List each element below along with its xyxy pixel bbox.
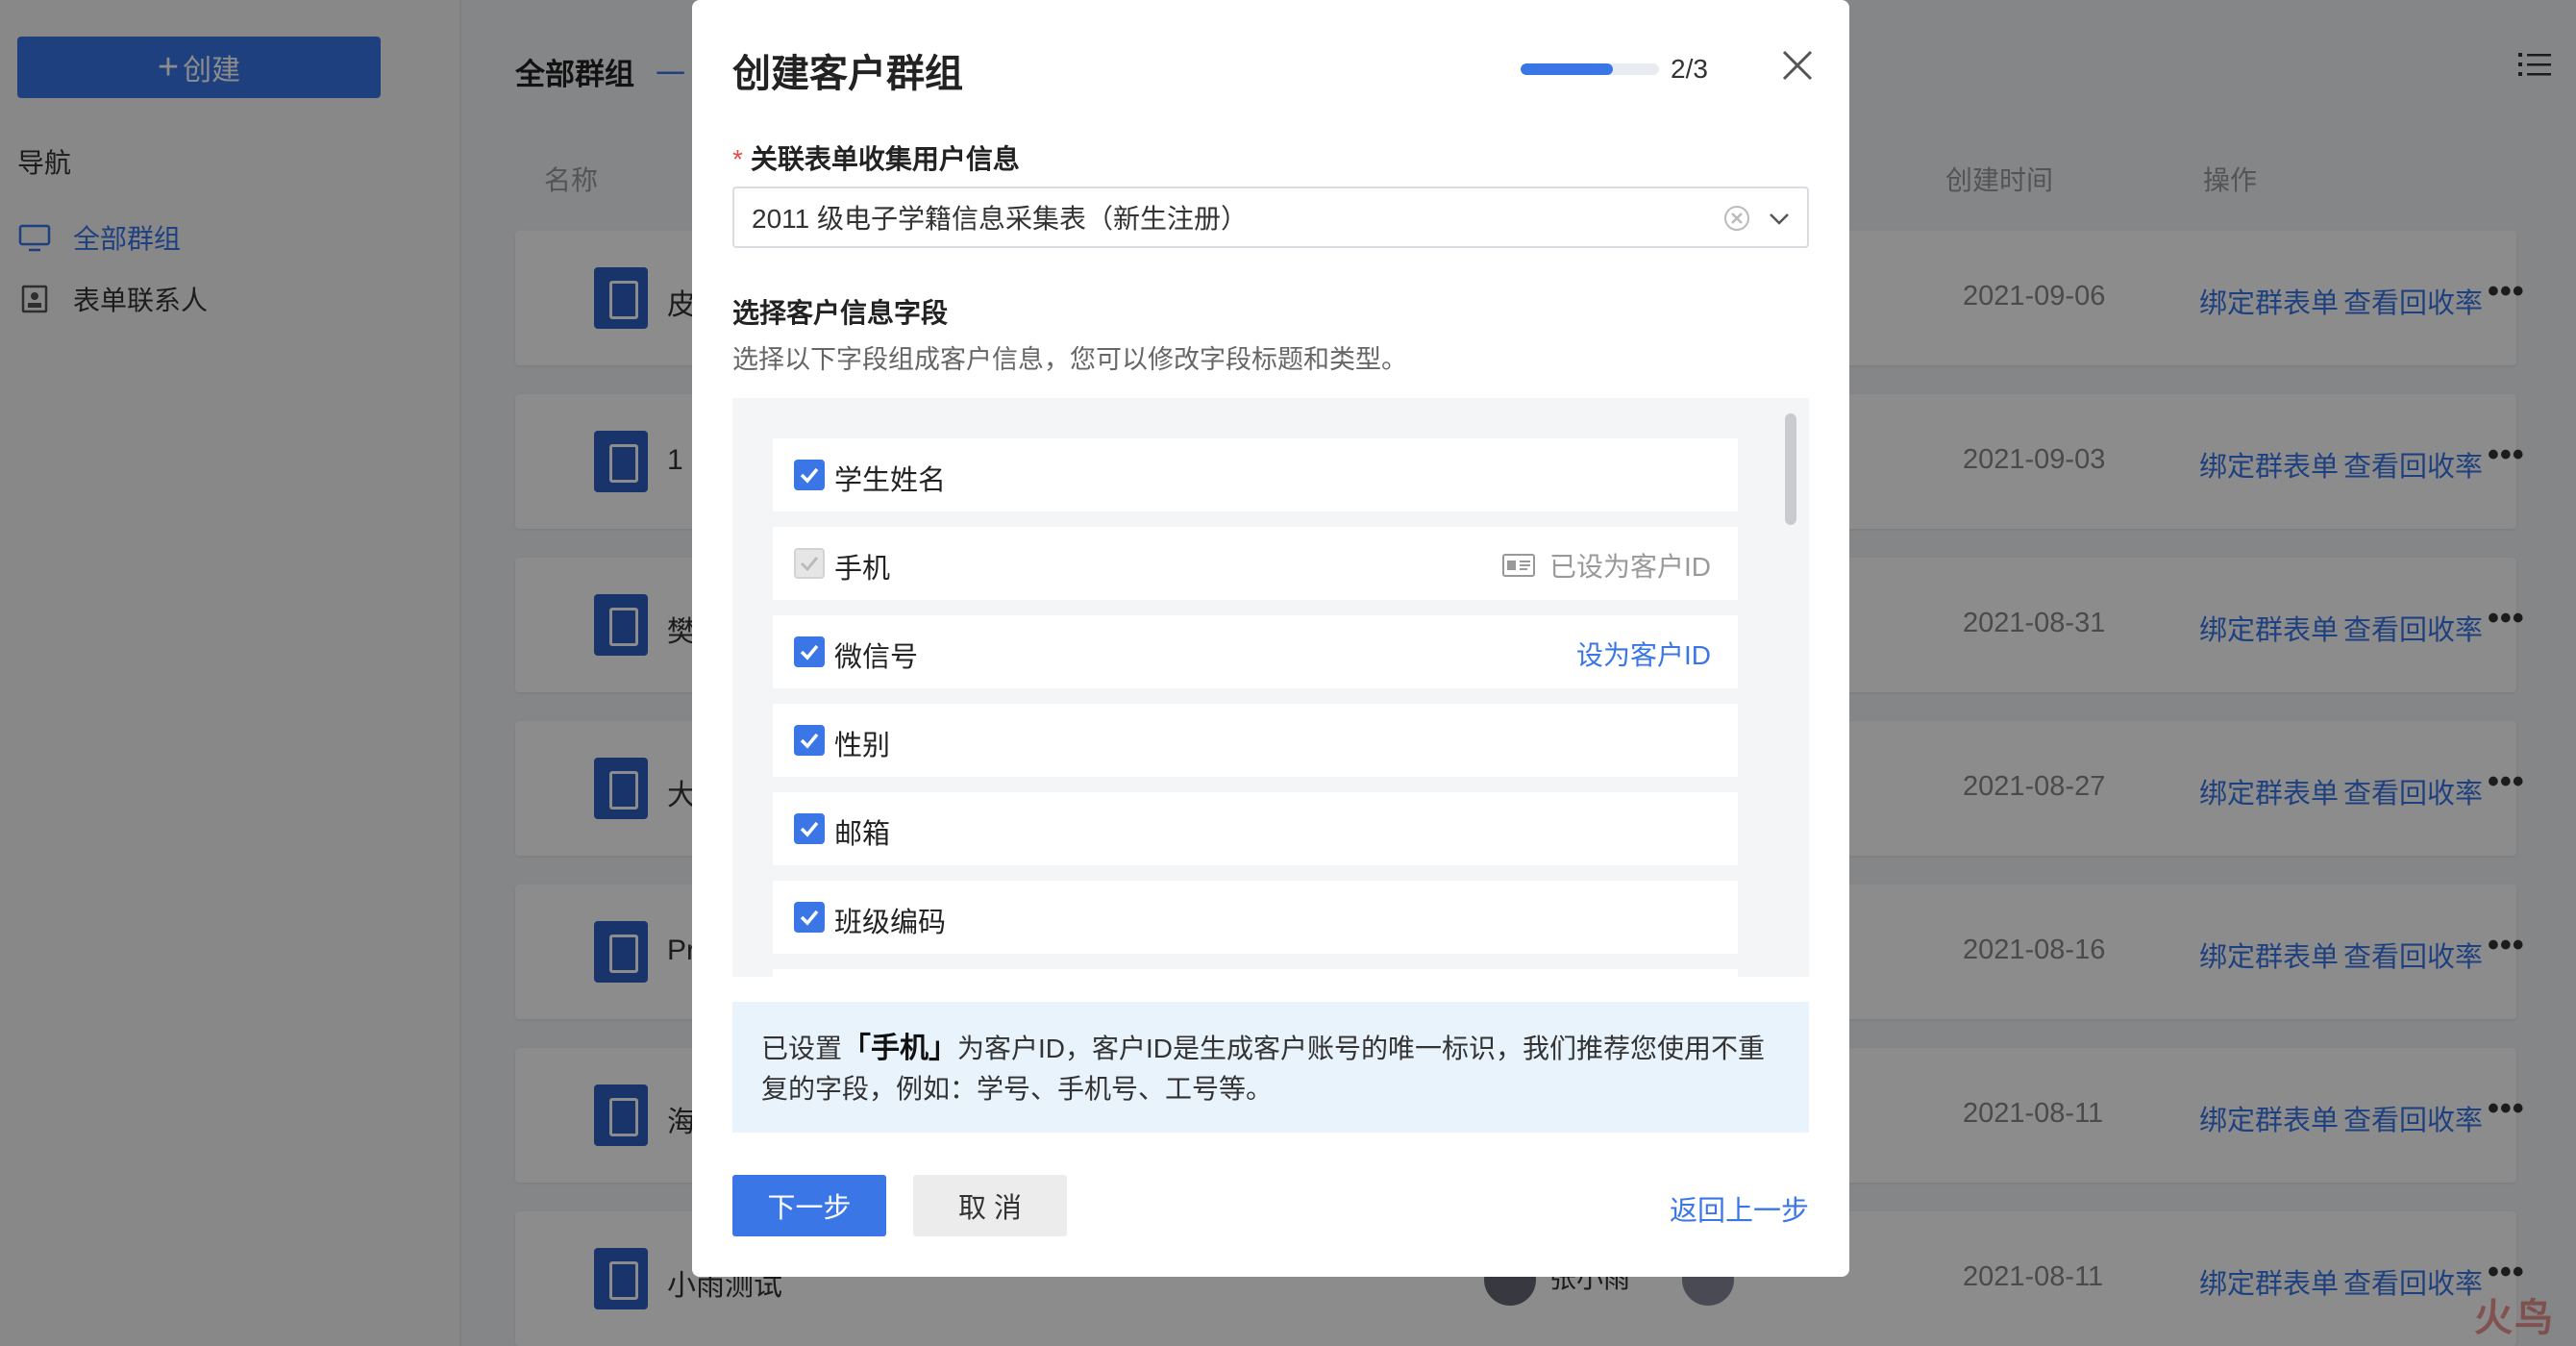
customer-id-status-text: 已设为客户ID — [1548, 552, 1711, 582]
create-group-dialog: 创建客户群组 2/3 * 关联表单收集用户信息 2011 级电子学籍信息采集表（新… — [692, 0, 1849, 1277]
field-row-student-name[interactable]: 学生姓名 — [773, 438, 1738, 511]
field-list-scrollbar[interactable] — [1780, 404, 1801, 971]
check-icon — [800, 733, 819, 749]
field-name: 微信号 — [834, 642, 919, 673]
dialog-title: 创建客户群组 — [732, 53, 963, 95]
field-row-wechat[interactable]: 微信号 设为客户ID — [773, 615, 1738, 688]
set-customer-id-link[interactable]: 设为客户ID — [1576, 635, 1711, 673]
back-step-link[interactable]: 返回上一步 — [1670, 1188, 1809, 1229]
field-name: 邮箱 — [834, 819, 891, 850]
next-step-button[interactable]: 下一步 — [732, 1175, 886, 1236]
clear-icon[interactable] — [1722, 204, 1751, 233]
field-checkbox[interactable] — [794, 725, 825, 756]
field-row-partial — [773, 969, 1738, 977]
check-icon — [800, 644, 819, 661]
field-checkbox[interactable] — [794, 813, 825, 844]
field-name: 班级编码 — [834, 908, 947, 938]
close-icon[interactable] — [1776, 44, 1819, 87]
field-row-email[interactable]: 邮箱 — [773, 792, 1738, 865]
form-select-value: 2011 级电子学籍信息采集表（新生注册） — [752, 204, 1248, 234]
form-select[interactable]: 2011 级电子学籍信息采集表（新生注册） — [732, 187, 1809, 248]
field-row-class-code[interactable]: 班级编码 — [773, 881, 1738, 954]
field-row-phone[interactable]: 手机 已设为客户ID — [773, 527, 1738, 600]
step-progress-text: 2/3 — [1671, 54, 1708, 84]
step-progress-fill — [1521, 63, 1614, 75]
field-name: 学生姓名 — [834, 465, 947, 496]
form-select-label: * 关联表单收集用户信息 — [732, 138, 1020, 177]
info-highlight: 「手机」 — [842, 1033, 958, 1064]
field-checkbox[interactable] — [794, 460, 825, 490]
check-icon — [800, 821, 819, 837]
check-icon — [800, 467, 819, 484]
info-line1: 为客户ID，客户ID是生成客户账号的唯一标识，我们推荐您使用不重 — [957, 1034, 1766, 1063]
required-mark: * — [732, 144, 743, 174]
section-description: 选择以下字段组成客户信息，您可以修改字段标题和类型。 — [732, 345, 1407, 374]
section-title: 选择客户信息字段 — [732, 298, 949, 328]
field-list[interactable]: 学生姓名 手机 已设为客户ID 微信号 设为客户ID 性别 邮箱 班级编码 — [732, 398, 1809, 977]
cancel-button[interactable]: 取 消 — [913, 1175, 1067, 1236]
field-checkbox[interactable] — [794, 902, 825, 933]
check-icon — [800, 910, 819, 926]
chevron-down-icon[interactable] — [1767, 208, 1792, 229]
customer-id-status: 已设为客户ID — [1501, 546, 1711, 585]
form-select-label-text: 关联表单收集用户信息 — [750, 144, 1020, 174]
scrollbar-thumb[interactable] — [1785, 413, 1796, 525]
field-row-gender[interactable]: 性别 — [773, 704, 1738, 777]
info-line2: 复的字段，例如：学号、手机号、工号等。 — [761, 1074, 1274, 1104]
check-icon — [800, 557, 819, 572]
field-name: 性别 — [834, 731, 891, 761]
customer-id-info: 已设置「手机」为客户ID，客户ID是生成客户账号的唯一标识，我们推荐您使用不重 … — [732, 1002, 1809, 1133]
field-checkbox — [794, 548, 825, 579]
field-name: 手机 — [834, 554, 891, 585]
step-progress-bar — [1521, 63, 1659, 75]
info-prefix: 已设置 — [761, 1034, 843, 1063]
id-card-icon — [1501, 554, 1535, 577]
field-checkbox[interactable] — [794, 636, 825, 667]
